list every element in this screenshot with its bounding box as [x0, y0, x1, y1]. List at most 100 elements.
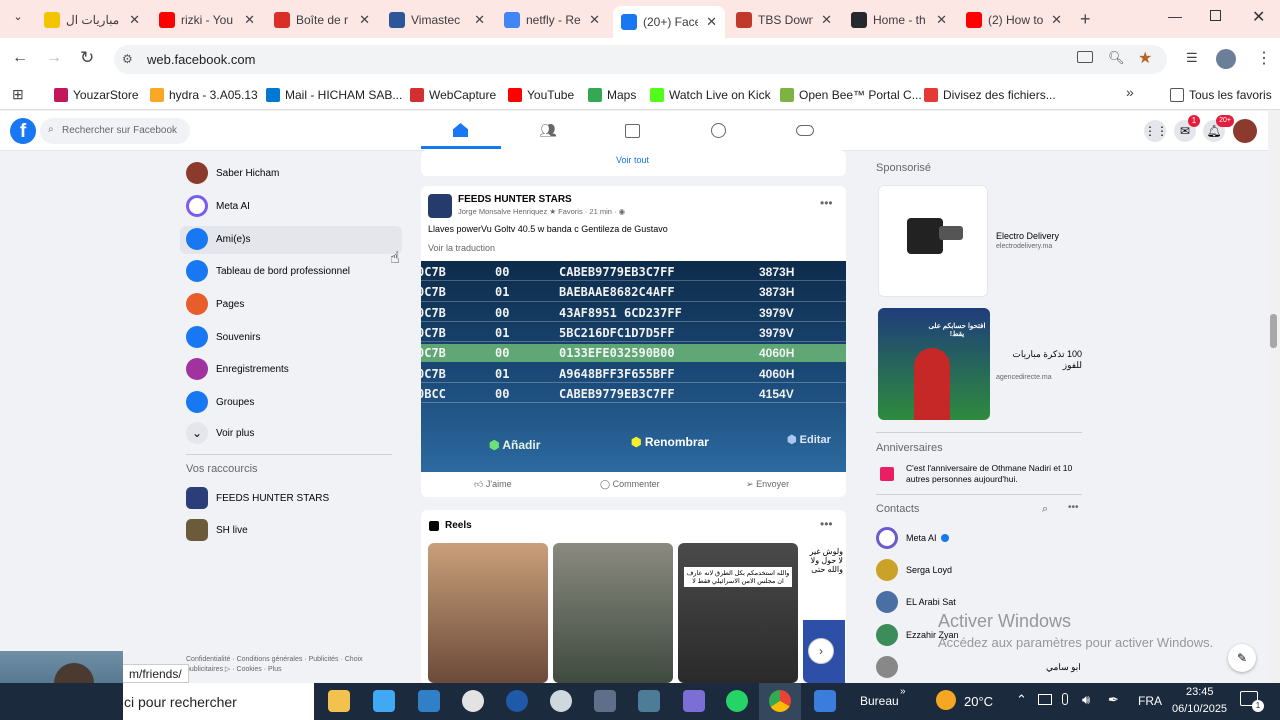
- reels-next-button[interactable]: ›: [808, 638, 834, 664]
- media-controls-icon[interactable]: ☰: [1186, 50, 1198, 66]
- post-image[interactable]: 0C7B 00 CABEB9779EB3C7FF 3873H 0C7B 01 BAEBAAE…: [421, 261, 846, 472]
- restore-window-button[interactable]: [1210, 10, 1221, 21]
- comment-button[interactable]: ◯ Commenter: [600, 479, 660, 490]
- left-menu-item[interactable]: Souvenirs: [186, 325, 260, 349]
- post-time[interactable]: · 21 min ·: [585, 207, 617, 216]
- close-tab-icon[interactable]: ✕: [936, 12, 947, 28]
- left-menu-item[interactable]: ⌄ Voir plus: [186, 421, 254, 445]
- contacts-search-icon[interactable]: ⌕: [1042, 503, 1048, 516]
- gaming-nav-icon[interactable]: [796, 125, 814, 136]
- post-page-name[interactable]: FEEDS HUNTER STARS: [458, 194, 572, 205]
- contact-item[interactable]: Serga Loyd: [876, 559, 952, 581]
- close-tab-icon[interactable]: ✕: [474, 12, 485, 28]
- install-app-icon[interactable]: [1077, 51, 1093, 63]
- network-icon[interactable]: [1038, 694, 1052, 705]
- minimize-window-button[interactable]: —: [1168, 8, 1182, 24]
- new-tab-button[interactable]: +: [1080, 9, 1091, 30]
- file-explorer-icon[interactable]: [328, 690, 350, 712]
- remote-desktop-icon[interactable]: [814, 690, 836, 712]
- profile-avatar[interactable]: [1216, 49, 1236, 69]
- reload-button[interactable]: ↻: [80, 48, 94, 68]
- contacts-options-icon[interactable]: •••: [1068, 502, 1079, 513]
- left-menu-item[interactable]: Groupes: [186, 390, 254, 414]
- network-tool-icon[interactable]: [638, 690, 660, 712]
- left-menu-item[interactable]: Saber Hicham: [186, 161, 279, 185]
- volume-icon[interactable]: 🔊︎: [1082, 692, 1090, 708]
- bookmark-item[interactable]: Mail - HICHAM SAB...: [266, 86, 402, 104]
- footer-links-line1[interactable]: Confidentialité · Conditions générales ·…: [186, 656, 363, 663]
- calculator-icon[interactable]: [594, 690, 616, 712]
- post-author[interactable]: Jorge Monsalve Henriquez: [458, 207, 547, 216]
- url-text[interactable]: web.facebook.com: [147, 52, 255, 67]
- zoom-icon[interactable]: 🔍︎: [1108, 50, 1125, 66]
- friends-nav-icon[interactable]: 👥︎: [539, 122, 557, 139]
- language-indicator[interactable]: FRA: [1138, 694, 1162, 708]
- bookmark-item[interactable]: hydra - 3.A05.13: [150, 86, 258, 104]
- close-tab-icon[interactable]: ✕: [821, 12, 832, 28]
- site-info-icon[interactable]: ⚙: [122, 52, 133, 66]
- forward-button[interactable]: →: [46, 49, 62, 67]
- ad-2-title[interactable]: 100 تذكرة مباريات للفوز: [996, 349, 1082, 371]
- bookmark-item[interactable]: YouTube: [508, 86, 574, 104]
- recorder-icon[interactable]: [462, 690, 484, 712]
- account-avatar[interactable]: [1233, 119, 1257, 143]
- weather-temp[interactable]: 20°C: [964, 694, 993, 709]
- contact-item[interactable]: EL Arabi Sat: [876, 591, 956, 613]
- tab-search-button[interactable]: ⌄: [8, 10, 28, 28]
- bookmark-item[interactable]: YouzarStore: [54, 86, 139, 104]
- bookmarks-overflow-chevron-icon[interactable]: »: [1126, 84, 1134, 100]
- sync-app-icon[interactable]: [550, 690, 572, 712]
- reels-options-icon[interactable]: •••: [820, 517, 833, 531]
- browser-tab[interactable]: مباريات ال ✕: [36, 6, 148, 34]
- close-tab-icon[interactable]: ✕: [244, 12, 255, 28]
- close-tab-icon[interactable]: ✕: [706, 14, 717, 30]
- browser-tab[interactable]: (2) How to ✕: [958, 6, 1070, 34]
- page-scrollbar-thumb[interactable]: [1270, 314, 1277, 348]
- bookmark-item[interactable]: Open Bee™ Portal C...: [780, 86, 922, 104]
- ad-1-image[interactable]: [878, 185, 988, 297]
- bookmark-item[interactable]: Divisez des fichiers...: [924, 86, 1056, 104]
- bookmark-item[interactable]: Maps: [588, 86, 636, 104]
- post-page-avatar[interactable]: [428, 194, 452, 218]
- browser-menu-icon[interactable]: ⋮: [1256, 48, 1272, 68]
- browser-tab[interactable]: netfly - Re ✕: [496, 6, 608, 34]
- marketplace-nav-icon[interactable]: [625, 124, 640, 138]
- browser-tab[interactable]: Vimastec ✕: [381, 6, 493, 34]
- left-menu-item[interactable]: Enregistrements: [186, 357, 289, 381]
- see-translation-link[interactable]: Voir la traduction: [428, 243, 495, 253]
- desktop-label[interactable]: Bureau: [860, 694, 899, 708]
- see-all-link[interactable]: Voir tout: [616, 155, 649, 165]
- ad-1-title[interactable]: Electro Delivery: [996, 231, 1059, 241]
- birthday-text[interactable]: C'est l'anniversaire de Othmane Nadiri e…: [906, 463, 1080, 485]
- menu-grid-icon[interactable]: ⋮⋮: [1144, 120, 1168, 142]
- close-tab-icon[interactable]: ✕: [129, 12, 140, 28]
- facebook-search-input[interactable]: Rechercher sur Facebook: [62, 125, 177, 136]
- new-message-button[interactable]: ✎: [1228, 644, 1256, 672]
- shortcut-sh-live[interactable]: SH live: [186, 518, 248, 542]
- browser-tab[interactable]: TBS Down ✕: [728, 6, 840, 34]
- ad-1-domain[interactable]: electrodelivery.ma: [996, 243, 1052, 250]
- browser-tab[interactable]: Boîte de r ✕: [266, 6, 378, 34]
- tray-chevron-icon[interactable]: ⌃: [1016, 692, 1027, 708]
- all-bookmarks-folder[interactable]: Tous les favoris: [1170, 86, 1272, 104]
- whatsapp-icon[interactable]: [726, 690, 748, 712]
- like-button[interactable]: 👍︎ J'aime: [474, 479, 512, 490]
- bookmark-item[interactable]: WebCapture: [410, 86, 496, 104]
- ad-2-image[interactable]: افتحوا حسابكم على يقط!: [878, 308, 990, 420]
- reel-3[interactable]: والله استخدمكم بكل الطرق لانه عارف ان مج…: [678, 543, 798, 683]
- contact-item[interactable]: Meta AI: [876, 527, 949, 549]
- desktop-chevron-icon[interactable]: »: [900, 686, 906, 697]
- weather-icon[interactable]: [936, 690, 956, 710]
- app-window-icon[interactable]: [373, 690, 395, 712]
- store-icon[interactable]: [418, 690, 440, 712]
- apps-grid-icon[interactable]: ⊞: [12, 86, 24, 103]
- close-tab-icon[interactable]: ✕: [359, 12, 370, 28]
- ad-2-domain[interactable]: agencedirecte.ma: [996, 374, 1052, 381]
- close-tab-icon[interactable]: ✕: [589, 12, 600, 28]
- left-menu-item[interactable]: Meta AI: [186, 194, 250, 218]
- post-options-icon[interactable]: •••: [820, 196, 833, 210]
- send-button[interactable]: ➢ Envoyer: [746, 479, 789, 490]
- microphone-icon[interactable]: [1062, 693, 1068, 705]
- left-menu-item[interactable]: Ami(e)s: [186, 227, 250, 251]
- star-app-icon[interactable]: [683, 690, 705, 712]
